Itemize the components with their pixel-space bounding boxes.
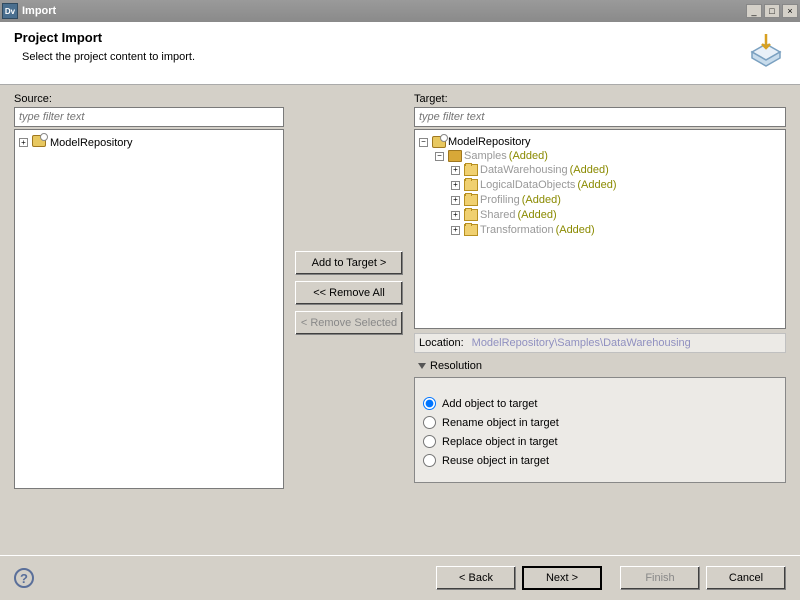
radio-label: Rename object in target [442, 417, 559, 429]
resolution-radio-group: Add object to target Rename object in ta… [414, 377, 786, 483]
project-icon [448, 150, 462, 162]
remove-all-button[interactable]: << Remove All [295, 281, 403, 305]
target-root-node[interactable]: − ModelRepository [419, 136, 531, 148]
status-badge: (Added) [517, 209, 556, 221]
expand-icon[interactable]: + [451, 166, 460, 175]
node-label: Samples [464, 150, 507, 162]
node-label: DataWarehousing [480, 164, 568, 176]
chevron-down-icon [418, 363, 426, 369]
resolution-option-rename[interactable]: Rename object in target [423, 413, 777, 432]
node-label: Profiling [480, 194, 520, 206]
source-root-node[interactable]: + ModelRepository [19, 135, 133, 150]
repository-icon [32, 135, 46, 147]
status-badge: (Added) [522, 194, 561, 206]
expand-icon[interactable]: + [451, 226, 460, 235]
collapse-icon[interactable]: − [419, 138, 428, 147]
node-label: ModelRepository [448, 136, 531, 148]
target-folder-node[interactable]: + Shared (Added) [451, 209, 557, 221]
resolution-title: Resolution [430, 360, 482, 372]
radio-rename[interactable] [423, 416, 436, 429]
node-label: Transformation [480, 224, 554, 236]
add-to-target-button[interactable]: Add to Target > [295, 251, 403, 275]
target-folder-node[interactable]: + LogicalDataObjects (Added) [451, 179, 617, 191]
target-filter-input[interactable] [414, 107, 786, 127]
folder-icon [464, 194, 478, 206]
radio-replace[interactable] [423, 435, 436, 448]
titlebar: Dv Import _ □ × [0, 0, 800, 22]
target-samples-node[interactable]: − Samples (Added) [435, 150, 548, 162]
expand-icon[interactable]: + [451, 211, 460, 220]
location-value: ModelRepository\Samples\DataWarehousing [472, 337, 691, 349]
resolution-option-replace[interactable]: Replace object in target [423, 432, 777, 451]
source-label: Source: [14, 93, 284, 105]
wizard-body: Source: + ModelRepository Add to Target … [0, 85, 800, 497]
expand-icon[interactable]: + [451, 181, 460, 190]
cancel-button[interactable]: Cancel [706, 566, 786, 590]
status-badge: (Added) [509, 150, 548, 162]
wizard-footer: ? < Back Next > Finish Cancel [0, 555, 800, 600]
location-bar: Location: ModelRepository\Samples\DataWa… [414, 333, 786, 353]
maximize-button[interactable]: □ [764, 4, 780, 18]
minimize-button[interactable]: _ [746, 4, 762, 18]
page-title: Project Import [14, 30, 195, 45]
radio-reuse[interactable] [423, 454, 436, 467]
help-icon[interactable]: ? [14, 568, 34, 588]
target-folder-node[interactable]: + Transformation (Added) [451, 224, 595, 236]
finish-button[interactable]: Finish [620, 566, 700, 590]
source-tree[interactable]: + ModelRepository [14, 129, 284, 489]
back-button[interactable]: < Back [436, 566, 516, 590]
expand-icon[interactable]: + [451, 196, 460, 205]
radio-label: Add object to target [442, 398, 537, 410]
target-folder-node[interactable]: + Profiling (Added) [451, 194, 561, 206]
status-badge: (Added) [577, 179, 616, 191]
node-label: Shared [480, 209, 515, 221]
expand-icon[interactable]: + [19, 138, 28, 147]
import-icon [746, 30, 786, 70]
app-icon: Dv [2, 3, 18, 19]
folder-icon [464, 164, 478, 176]
status-badge: (Added) [556, 224, 595, 236]
node-label: LogicalDataObjects [480, 179, 575, 191]
target-folder-node[interactable]: + DataWarehousing (Added) [451, 164, 609, 176]
resolution-section-toggle[interactable]: Resolution [414, 357, 786, 375]
wizard-header: Project Import Select the project conten… [0, 22, 800, 85]
status-badge: (Added) [570, 164, 609, 176]
remove-selected-button[interactable]: < Remove Selected [295, 311, 403, 335]
radio-add[interactable] [423, 397, 436, 410]
repository-icon [432, 136, 446, 148]
folder-icon [464, 209, 478, 221]
radio-label: Replace object in target [442, 436, 558, 448]
node-label: ModelRepository [50, 137, 133, 149]
window-title: Import [22, 5, 56, 17]
target-label: Target: [414, 93, 786, 105]
location-label: Location: [419, 337, 464, 349]
close-button[interactable]: × [782, 4, 798, 18]
resolution-option-reuse[interactable]: Reuse object in target [423, 451, 777, 470]
resolution-option-add[interactable]: Add object to target [423, 394, 777, 413]
collapse-icon[interactable]: − [435, 152, 444, 161]
folder-icon [464, 224, 478, 236]
page-subtitle: Select the project content to import. [22, 51, 195, 63]
source-filter-input[interactable] [14, 107, 284, 127]
next-button[interactable]: Next > [522, 566, 602, 590]
folder-icon [464, 179, 478, 191]
radio-label: Reuse object in target [442, 455, 549, 467]
target-tree[interactable]: − ModelRepository − Samples (Added) [414, 129, 786, 329]
